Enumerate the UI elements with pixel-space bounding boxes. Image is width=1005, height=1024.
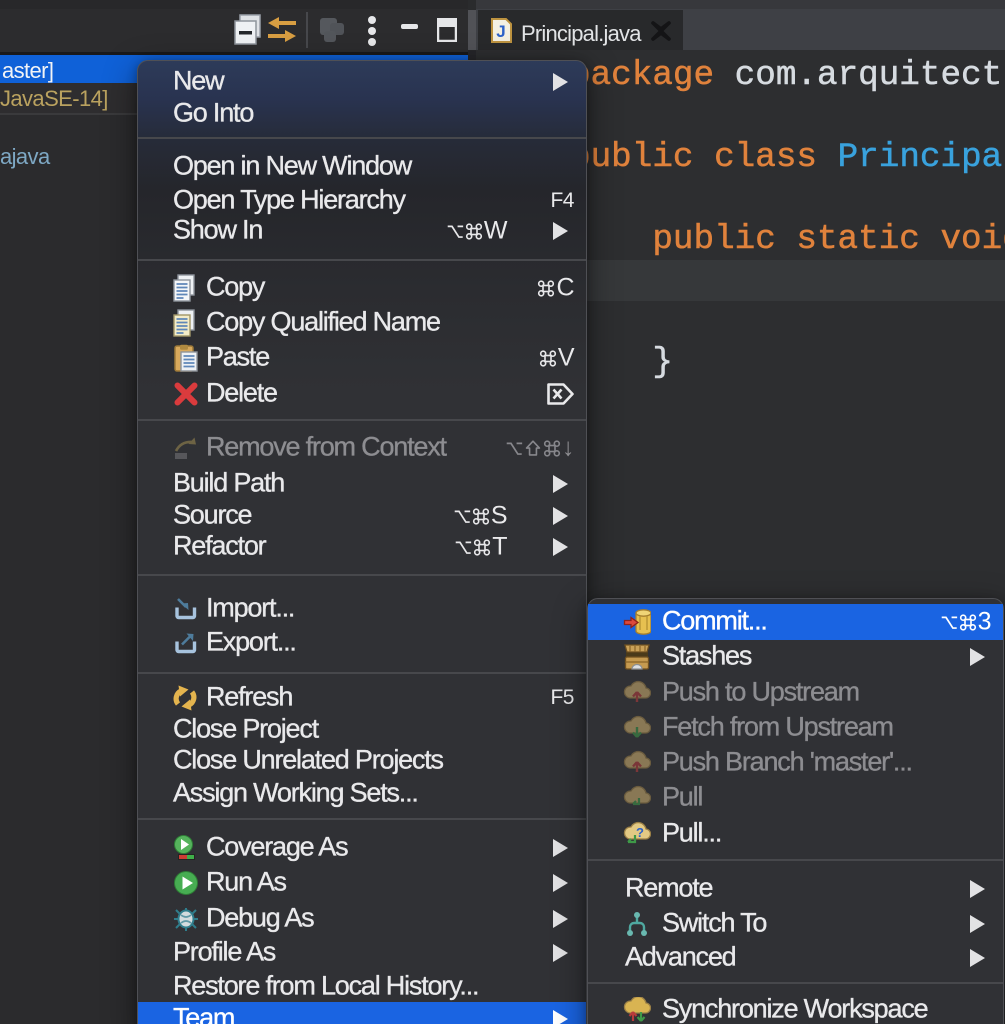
svg-text:J: J bbox=[496, 22, 505, 41]
svg-text:?: ? bbox=[636, 825, 644, 840]
